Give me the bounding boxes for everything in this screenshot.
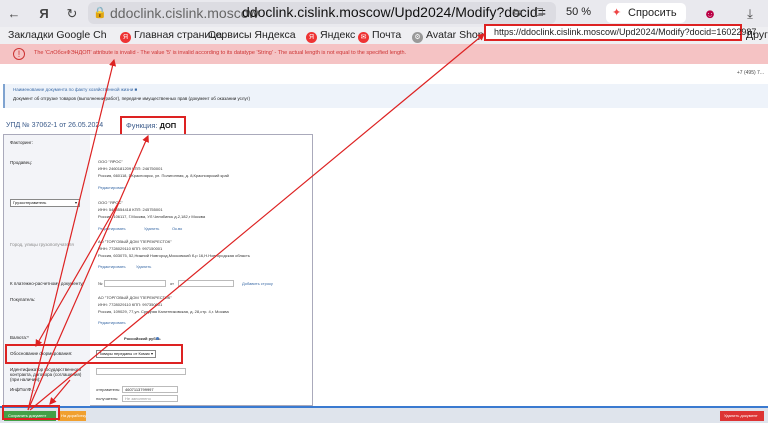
consignee-label: Город, улицы грузополучателя (10, 242, 74, 247)
address-url: ddoclink.cislink.moscow/Upd2024/Modify?d… (242, 4, 546, 20)
chevron-down-icon: ▾ (74, 200, 77, 205)
shipper-address: Россия, 106117, Г.Москва, УЛ.Челябинск д… (98, 214, 206, 219)
seller-address: Россия, 660118, Г.Красноярск, ул. Полиго… (98, 173, 229, 178)
sender-label: отправитель: (96, 387, 121, 392)
currency-label: Валюта:* (10, 335, 29, 340)
recipient-input[interactable]: Не заполнено (122, 395, 178, 402)
document-form: Факторинг: Продавец: ООО "ЯРОС" ИНН: 246… (3, 134, 313, 407)
buyer-inn: ИНН: 7728029110 КПП: 997350001 (98, 302, 163, 307)
notice-title: Наименование документа по факту хозяйств… (13, 87, 138, 92)
buyer-edit-link[interactable]: Редактировать (98, 320, 126, 325)
action-bar: Сохранить документ На доработку Удалить … (0, 406, 768, 423)
extension-icon[interactable]: ☻ (700, 4, 720, 24)
yandex-logo-icon[interactable]: Я (34, 4, 54, 24)
bookmark-item[interactable]: ⚙ Avatar Shop (412, 29, 484, 43)
gov-contract-label: Идентификатор государственного контракта… (10, 367, 82, 382)
shipper-add-link[interactable]: Ок.во (172, 226, 182, 231)
seller-name: ООО "ЯРОС" (98, 159, 123, 164)
info-dot-icon (156, 337, 159, 340)
lock-icon[interactable]: 🔒 (93, 6, 107, 19)
translate-icon[interactable]: ⇆ (512, 6, 521, 19)
buyer-address: Россия, 109029, 77,ул. Средняя Калитнико… (98, 309, 229, 314)
rework-button[interactable]: На доработку (58, 411, 86, 421)
address-domain: ddoclink.cislink.moscow (110, 5, 259, 21)
payment-no-label: № (98, 281, 103, 286)
payment-number-input[interactable] (104, 280, 166, 287)
browser-toolbar: ← Я ↻ 🔒 ddoclink.cislink.moscow ddoclink… (0, 0, 768, 27)
buyer-label: Покупатель: (10, 297, 36, 302)
consignee-address: Россия, 603075, 52,Нижний Новгород,Моско… (98, 253, 250, 258)
info-label: ИнфПолФ... (10, 387, 35, 392)
shipper-select[interactable]: Грузоотправитель ▾ (10, 199, 80, 207)
highlight-save (2, 405, 60, 420)
sender-input[interactable]: 4607113799997 (122, 386, 178, 393)
document-number: УПД № 37062-1 от 26.05.2024 (6, 122, 104, 129)
alice-icon: ✦ (612, 7, 622, 19)
shipper-edit-link[interactable]: Редактировать (98, 226, 126, 231)
seller-edit-link[interactable]: Редактировать (98, 185, 126, 190)
bookmark-item[interactable]: Я Яндекс (306, 29, 355, 43)
bookmark-item[interactable]: Закладки Google Ch (8, 29, 107, 41)
alert-icon: ! (13, 48, 25, 60)
payment-date-input[interactable] (178, 280, 234, 287)
error-text: The 'СлОбснФЭНДОП' attribute is invalid … (34, 50, 407, 56)
error-banner: ! The 'СлОбснФЭНДОП' attribute is invali… (0, 44, 768, 64)
function-field: Функция: ДОП (120, 116, 186, 136)
mail-icon: ✉ (358, 32, 369, 43)
function-label: Функция: (126, 121, 158, 130)
shipper-inn: ИНН: 5493554418 КПП: 245755001 (98, 207, 163, 212)
delete-document-button[interactable]: Удалить документ (720, 411, 764, 421)
yandex-icon: Я (306, 32, 317, 43)
recipient-label: получатель: (96, 396, 119, 401)
download-icon[interactable]: ⤓ (740, 4, 760, 24)
consignee-edit-link[interactable]: Редактировать (98, 264, 126, 269)
zoom-level[interactable]: 50 % (566, 6, 591, 18)
buyer-name: АО "ТОРГОВЫЙ ДОМ "ПЕРЕКРЕСТОК" (98, 295, 172, 300)
add-row-link[interactable]: Добавить строку (242, 281, 273, 286)
bookmark-item[interactable]: Я Главная страница (120, 29, 222, 43)
shipper-name: ООО "ЯРОС" (98, 200, 123, 205)
ask-button[interactable]: ✦ Спросить (606, 3, 686, 23)
payment-doc-label: К платежно-расчетному документу: (10, 281, 84, 286)
ask-label: Спросить (628, 7, 677, 19)
consignee-delete-link[interactable]: Удалить (136, 264, 151, 269)
shipper-delete-link[interactable]: Удалить (144, 226, 159, 231)
reload-icon[interactable]: ↻ (62, 4, 82, 24)
seller-inn: ИНН: 2460181209 КПП: 246750001 (98, 166, 163, 171)
yandex-icon: Я (120, 32, 131, 43)
highlight-basis (5, 344, 183, 364)
bookmark-item[interactable]: Сервисы Яндекса (208, 29, 296, 41)
bookmark-icon[interactable]: ☐ (534, 6, 544, 19)
seller-label: Продавец: (10, 160, 32, 165)
function-value: ДОП (159, 121, 177, 130)
address-bar[interactable]: 🔒 ddoclink.cislink.moscow ddoclink.cisli… (88, 2, 556, 24)
url-tooltip: https://ddoclink.cislink.moscow/Upd2024/… (484, 24, 756, 41)
gov-contract-input[interactable] (96, 368, 186, 375)
consignee-name: АО "ТОРГОВЫЙ ДОМ "ПЕРЕКРЕСТОК" (98, 239, 172, 244)
document-notice: Наименование документа по факту хозяйств… (3, 84, 768, 108)
consignee-inn: ИНН: 7728029110 КПП: 997150001 (98, 246, 163, 251)
gear-icon: ⚙ (412, 32, 423, 43)
phone-number: +7 (495) 7... (736, 70, 764, 76)
factoring-label: Факторинг: (10, 140, 33, 145)
notice-text: Документ об отгрузке товаров (выполнении… (13, 96, 250, 101)
payment-from-label: от (170, 281, 174, 286)
back-arrow-icon[interactable]: ← (4, 4, 24, 24)
bookmark-item[interactable]: ✉ Почта (358, 29, 401, 43)
